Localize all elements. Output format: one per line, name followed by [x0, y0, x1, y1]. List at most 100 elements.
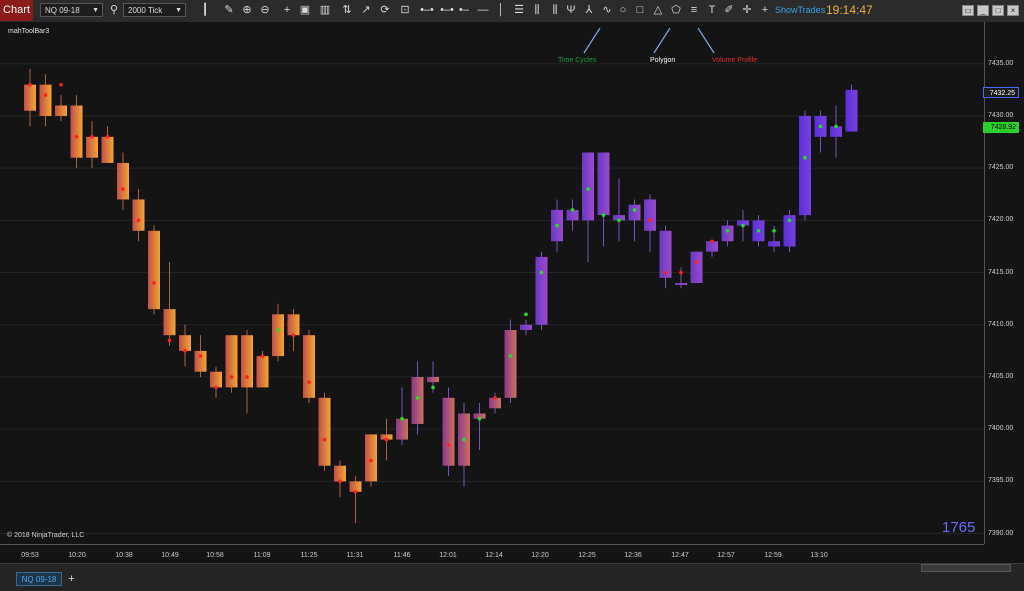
signal-dot: [772, 229, 776, 233]
candle-body: [163, 309, 176, 336]
candle-body: [225, 335, 238, 388]
price-tick-label: 7410.00: [988, 320, 1014, 328]
signal-dot: [121, 187, 125, 191]
candle-body: [132, 199, 145, 231]
candle-body: [845, 89, 858, 132]
time-tick-label: 10:38: [115, 552, 133, 559]
signal-dot: [679, 270, 683, 275]
signal-dot: [617, 218, 621, 223]
candle-body: [582, 152, 594, 221]
signal-dot: [524, 312, 528, 317]
time-tick-label: 12:20: [531, 552, 549, 559]
time-tick-label: 12:14: [485, 552, 503, 559]
time-tick-label: 11:25: [300, 552, 318, 559]
candle-body: [179, 335, 191, 351]
candle-body: [644, 199, 656, 231]
candle-body: [675, 283, 687, 285]
signal-dot: [338, 479, 342, 484]
candle-body: [690, 251, 703, 283]
candle-body: [365, 434, 377, 482]
candle-body: [504, 329, 517, 398]
horizontal-scrollbar[interactable]: [921, 564, 1011, 572]
candle-body: [628, 204, 641, 221]
candle-body: [597, 152, 610, 216]
candle-body: [194, 350, 207, 372]
signal-dot: [74, 135, 79, 139]
signal-dot: [245, 375, 249, 379]
signal-dot: [369, 458, 373, 463]
price-tick-label: 7435.00: [988, 59, 1014, 67]
signal-dot: [710, 239, 714, 244]
instrument-tab[interactable]: NQ 09-18: [16, 572, 62, 586]
signal-dot: [787, 218, 792, 223]
candle-body: [659, 230, 672, 278]
signal-dot: [446, 443, 451, 447]
signal-dot: [803, 155, 807, 160]
time-tick-label: 11:31: [346, 552, 364, 559]
annotation-polygon[interactable]: Polygon: [650, 57, 675, 64]
candle-body: [86, 136, 98, 158]
candle-body: [721, 225, 734, 242]
candle-body: [442, 397, 455, 466]
signal-dot: [601, 213, 606, 217]
signal-dot: [291, 333, 296, 338]
candle-body: [535, 256, 548, 325]
annotation-time-cycles[interactable]: Time Cycles: [558, 57, 596, 64]
candle-body: [241, 335, 253, 388]
signal-dot: [105, 135, 110, 139]
price-tick-label: 7430.00: [988, 111, 1014, 119]
signal-dot: [462, 437, 466, 442]
signal-dot: [260, 354, 265, 358]
signal-dot: [586, 187, 590, 191]
signal-dot: [818, 124, 823, 129]
signal-dot: [632, 208, 637, 212]
signal-dot: [493, 396, 497, 400]
annotation-volume-profile[interactable]: Volume Profile: [712, 57, 757, 64]
annotation-line: [697, 27, 715, 54]
time-tick-label: 12:01: [439, 552, 457, 559]
time-tick-label: 09:53: [21, 552, 39, 559]
annotation-line: [583, 27, 601, 54]
time-tick-label: 12:25: [578, 552, 596, 559]
price-tick-label: 7420.00: [988, 216, 1014, 224]
candle-body: [318, 397, 331, 466]
current-price-tag: 7428.92: [983, 122, 1019, 134]
signal-dot: [322, 437, 327, 442]
signal-dot: [570, 208, 575, 212]
signal-dot: [90, 135, 94, 139]
candle-body: [427, 376, 439, 383]
signal-dot: [694, 260, 699, 264]
signal-dot: [508, 354, 513, 358]
price-tick-label: 7405.00: [988, 372, 1014, 380]
signal-dot: [276, 328, 280, 332]
signal-dot: [183, 349, 187, 353]
time-tick-label: 10:20: [68, 552, 86, 559]
candle-body: [520, 324, 532, 330]
candle-body: [287, 314, 300, 336]
signal-dot: [167, 338, 172, 343]
signal-dot: [539, 270, 544, 275]
time-tick-label: 12:47: [671, 552, 689, 559]
signal-dot: [431, 385, 435, 390]
candle-body: [117, 162, 129, 200]
candle-body: [303, 335, 315, 398]
signal-dot: [725, 229, 730, 233]
signal-dot: [28, 82, 32, 87]
bottom-tab-bar: [0, 563, 1024, 591]
candle-body: [210, 371, 222, 388]
candle-body: [70, 105, 83, 158]
signal-dot: [415, 396, 420, 400]
signal-dot: [834, 124, 838, 129]
signal-dot: [43, 93, 48, 97]
signal-dot: [756, 229, 761, 233]
time-tick-label: 12:59: [764, 552, 782, 559]
price-tick-label: 7415.00: [988, 268, 1014, 276]
time-tick-label: 10:49: [161, 552, 179, 559]
copyright-text: © 2018 NinjaTrader, LLC: [7, 532, 85, 539]
candle-body: [24, 84, 36, 111]
candle-body: [101, 136, 114, 163]
candle-body: [256, 356, 269, 388]
annotation-line: [653, 27, 671, 54]
signal-dot: [400, 416, 404, 421]
add-tab-button[interactable]: +: [66, 572, 77, 586]
